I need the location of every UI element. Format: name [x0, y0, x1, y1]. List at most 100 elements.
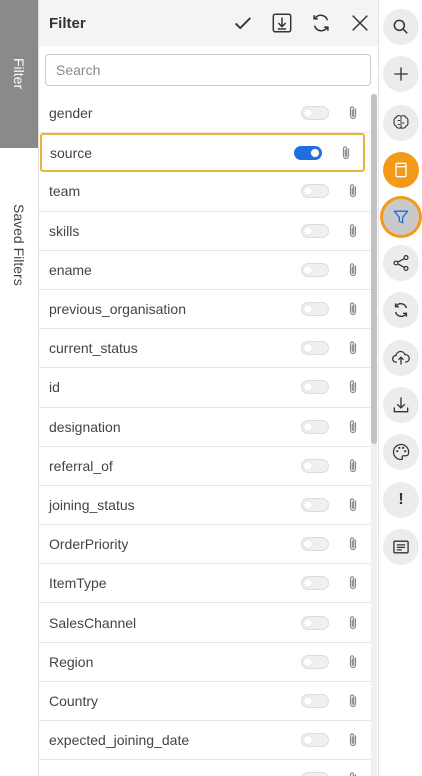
paperclip-icon[interactable]	[345, 771, 361, 776]
filter-row[interactable]: OrderPriority	[39, 525, 371, 565]
paperclip-icon[interactable]	[345, 301, 361, 317]
paperclip-icon[interactable]	[345, 183, 361, 199]
filter-toggle[interactable]	[301, 615, 329, 630]
filter-row[interactable]: joining_status	[39, 486, 371, 526]
filter-toggle[interactable]	[301, 380, 329, 395]
paperclip-icon[interactable]	[345, 223, 361, 239]
paperclip-icon[interactable]	[345, 105, 361, 121]
filter-row-label: team	[49, 183, 81, 200]
paperclip-icon[interactable]	[345, 732, 361, 748]
save-filter-button[interactable]	[262, 0, 301, 46]
filter-row[interactable]: ItemType	[39, 564, 371, 604]
paperclip-icon[interactable]	[345, 497, 361, 513]
filter-row-label: current_status	[49, 340, 138, 357]
palette-icon	[392, 443, 410, 461]
filter-row[interactable]: expected_joining_date	[39, 721, 371, 761]
filter-toggle[interactable]	[301, 458, 329, 473]
filter-row[interactable]: SalesChannel	[39, 603, 371, 643]
filter-row[interactable]	[39, 760, 371, 776]
filter-row[interactable]: designation	[39, 408, 371, 447]
share-button[interactable]	[383, 245, 419, 281]
header-actions	[223, 0, 378, 46]
paperclip-icon[interactable]	[345, 379, 361, 395]
filter-toggle[interactable]	[301, 772, 329, 776]
filter-toggle[interactable]	[301, 184, 329, 199]
filter-toggle[interactable]	[301, 302, 329, 317]
search-box	[45, 54, 371, 86]
reset-button[interactable]	[301, 0, 340, 46]
filter-row[interactable]: previous_organisation	[39, 290, 371, 330]
filter-row-label: Region	[49, 653, 94, 670]
filter-toggle[interactable]	[301, 733, 329, 748]
filter-toggle[interactable]	[301, 537, 329, 552]
tab-filter[interactable]: Filter	[0, 0, 38, 148]
search-icon	[393, 19, 408, 34]
filter-toggle[interactable]	[301, 419, 329, 434]
filter-toggle[interactable]	[301, 341, 329, 356]
filter-toggle[interactable]	[301, 576, 329, 591]
paperclip-icon[interactable]	[345, 340, 361, 356]
notes-button[interactable]	[383, 152, 419, 188]
filter-row[interactable]: gender	[39, 94, 371, 134]
cloud-upload-button[interactable]	[383, 340, 419, 376]
add-button[interactable]	[383, 56, 419, 92]
search-input[interactable]	[45, 54, 371, 86]
filter-row[interactable]: team	[39, 172, 371, 212]
filter-row[interactable]: referral_of	[39, 447, 371, 486]
note-icon	[395, 162, 407, 178]
filter-toggle[interactable]	[301, 106, 329, 121]
filter-toggle[interactable]	[301, 497, 329, 512]
tab-saved-filters[interactable]: Saved Filters	[0, 150, 38, 340]
filter-row-label: SalesChannel	[49, 614, 137, 631]
close-button[interactable]	[340, 0, 378, 46]
comment-button[interactable]	[383, 529, 419, 565]
close-icon	[351, 15, 368, 31]
download-button[interactable]	[383, 387, 419, 423]
check-icon	[234, 17, 251, 30]
filter-row[interactable]: skills	[39, 212, 371, 251]
save-download-icon	[272, 13, 291, 33]
paperclip-icon[interactable]	[345, 615, 361, 631]
filter-toggle[interactable]	[301, 654, 329, 669]
scrollbar[interactable]	[371, 94, 377, 776]
ai-insights-button[interactable]	[383, 105, 419, 141]
filter-row-label: expected_joining_date	[49, 732, 190, 749]
apply-button[interactable]	[223, 0, 262, 46]
refresh-button[interactable]	[383, 292, 419, 328]
filter-toggle[interactable]	[301, 693, 329, 708]
paperclip-icon[interactable]	[345, 262, 361, 278]
filter-toggle[interactable]	[301, 262, 329, 277]
scrollbar-thumb[interactable]	[371, 94, 377, 444]
filter-row-label: skills	[49, 222, 80, 239]
filter-row[interactable]: Country	[39, 682, 371, 721]
filter-button[interactable]	[383, 199, 419, 235]
tab-saved-filters-label: Saved Filters	[11, 204, 27, 286]
filter-row-label: designation	[49, 418, 121, 435]
filter-row[interactable]: source	[40, 133, 365, 173]
filter-toggle[interactable]	[294, 145, 322, 160]
filter-toggle[interactable]	[301, 223, 329, 238]
paperclip-icon[interactable]	[345, 575, 361, 591]
filter-row[interactable]: ename	[39, 251, 371, 290]
panel-title: Filter	[49, 14, 86, 32]
filter-row-label: joining_status	[49, 496, 135, 513]
info-button[interactable]: !	[383, 482, 419, 518]
theme-button[interactable]	[383, 434, 419, 470]
paperclip-icon[interactable]	[345, 693, 361, 709]
paperclip-icon[interactable]	[345, 458, 361, 474]
filter-row[interactable]: Region	[39, 643, 371, 682]
refresh-icon	[312, 14, 329, 32]
left-tab-strip: Filter Saved Filters	[0, 0, 38, 776]
download-icon	[393, 397, 409, 413]
paperclip-icon[interactable]	[345, 419, 361, 435]
filter-row[interactable]: id	[39, 368, 371, 408]
filter-row[interactable]: current_status	[39, 329, 371, 369]
paperclip-icon[interactable]	[345, 654, 361, 670]
filter-row-label: ItemType	[49, 575, 107, 592]
paperclip-icon[interactable]	[338, 145, 354, 161]
filter-row-label: Country	[49, 692, 99, 709]
search-button[interactable]	[383, 9, 419, 45]
filter-panel: Filter gender source team skills ename previo…	[38, 0, 378, 776]
comment-icon	[393, 540, 409, 554]
paperclip-icon[interactable]	[345, 536, 361, 552]
